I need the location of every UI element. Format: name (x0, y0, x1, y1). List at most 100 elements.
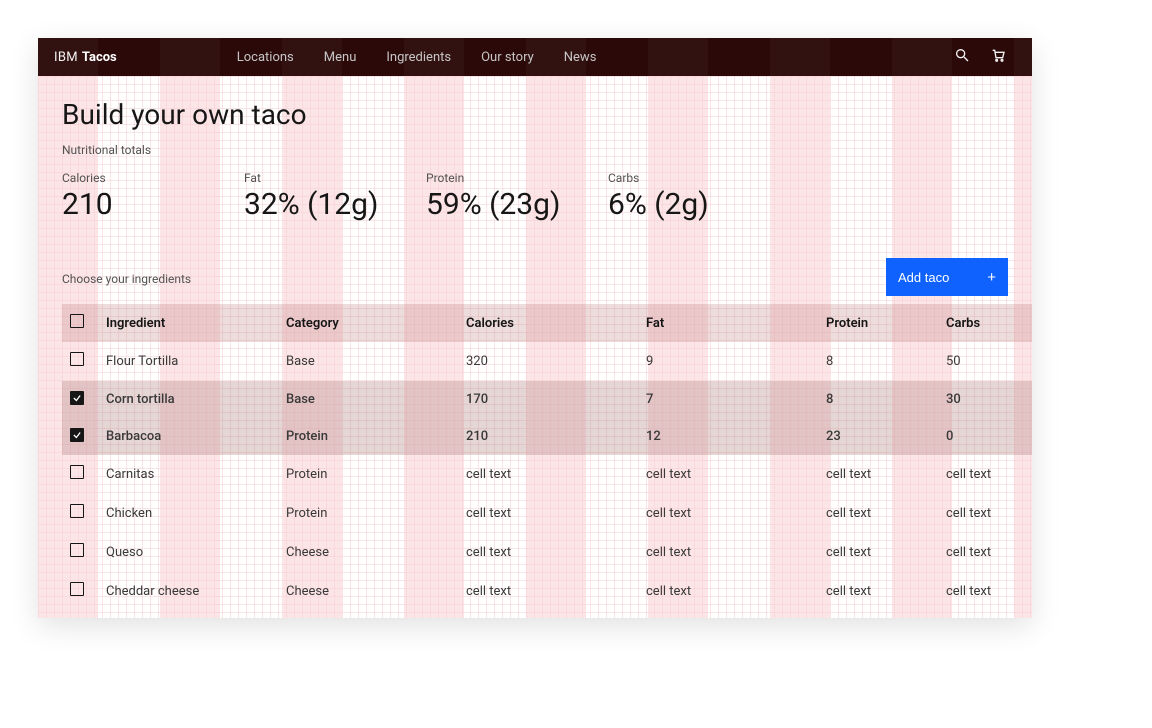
cell-ingredient: Cheddar cheese (98, 572, 278, 611)
primary-nav: Locations Menu Ingredients Our story New… (237, 50, 597, 65)
brand-name: Tacos (82, 50, 117, 65)
cell-protein: cell text (818, 611, 938, 619)
stat-protein-value: 59% (23g) (426, 187, 592, 222)
table-row[interactable]: Corn tortillaBase1707830 (62, 381, 1032, 418)
table-row[interactable]: CarnitasProteincell textcell textcell te… (62, 455, 1032, 494)
cell-fat: cell text (638, 455, 818, 494)
cell-calories: 170 (458, 381, 638, 418)
row-checkbox[interactable] (70, 543, 84, 557)
nav-link-news[interactable]: News (564, 50, 597, 65)
cell-fat: cell text (638, 611, 818, 619)
choose-ingredients-label: Choose your ingredients (62, 272, 191, 296)
stat-calories: Calories 210 (62, 171, 244, 222)
page-title: Build your own taco (62, 98, 1008, 131)
table-row[interactable]: AvocadoCondimentcell textcell textcell t… (62, 611, 1032, 619)
cell-fat: cell text (638, 533, 818, 572)
cell-fat: 12 (638, 418, 818, 455)
col-header-calories[interactable]: Calories (458, 304, 638, 342)
cell-protein: 8 (818, 342, 938, 381)
cell-protein: cell text (818, 455, 938, 494)
cell-carbs: 50 (938, 342, 1032, 381)
cell-category: Cheese (278, 572, 458, 611)
cell-carbs: cell text (938, 455, 1032, 494)
cell-calories: 320 (458, 342, 638, 381)
cell-carbs: cell text (938, 533, 1032, 572)
stat-protein-label: Protein (426, 171, 592, 185)
col-header-ingredient[interactable]: Ingredient (98, 304, 278, 342)
cell-fat: cell text (638, 494, 818, 533)
totals-label: Nutritional totals (62, 143, 1008, 157)
cell-category: Protein (278, 494, 458, 533)
cell-carbs: cell text (938, 494, 1032, 533)
row-checkbox[interactable] (70, 504, 84, 518)
cell-fat: cell text (638, 572, 818, 611)
col-header-protein[interactable]: Protein (818, 304, 938, 342)
ingredients-tbody: Flour TortillaBase3209850Corn tortillaBa… (62, 342, 1032, 618)
row-checkbox[interactable] (70, 352, 84, 366)
nav-link-menu[interactable]: Menu (324, 50, 357, 65)
brand: IBM Tacos (54, 50, 117, 65)
cell-category: Protein (278, 455, 458, 494)
cell-category: Condiment (278, 611, 458, 619)
cell-protein: 8 (818, 381, 938, 418)
cell-calories: 210 (458, 418, 638, 455)
page-content: Build your own taco Nutritional totals C… (38, 76, 1032, 618)
cell-protein: cell text (818, 494, 938, 533)
stat-protein: Protein 59% (23g) (426, 171, 608, 222)
nav-link-locations[interactable]: Locations (237, 50, 294, 65)
cell-carbs: cell text (938, 611, 1032, 619)
search-button[interactable] (944, 38, 980, 76)
nav-link-ingredients[interactable]: Ingredients (386, 50, 451, 65)
table-row[interactable]: Flour TortillaBase3209850 (62, 342, 1032, 381)
stat-fat: Fat 32% (12g) (244, 171, 426, 222)
cell-calories: cell text (458, 494, 638, 533)
row-checkbox[interactable] (70, 465, 84, 479)
cell-fat: 9 (638, 342, 818, 381)
cell-carbs: 0 (938, 418, 1032, 455)
table-row[interactable]: ChickenProteincell textcell textcell tex… (62, 494, 1032, 533)
row-checkbox[interactable] (70, 391, 84, 405)
cell-category: Base (278, 342, 458, 381)
ingredients-table: Ingredient Category Calories Fat Protein… (62, 304, 1032, 618)
add-taco-button[interactable]: Add taco + (886, 258, 1008, 296)
nav-link-story[interactable]: Our story (481, 50, 534, 65)
cell-calories: cell text (458, 455, 638, 494)
stat-calories-value: 210 (62, 187, 228, 222)
nutrition-totals: Calories 210 Fat 32% (12g) Protein 59% (… (62, 165, 1008, 232)
cell-ingredient: Carnitas (98, 455, 278, 494)
select-all-checkbox[interactable] (70, 314, 84, 328)
cell-protein: cell text (818, 533, 938, 572)
search-icon (954, 47, 970, 67)
table-row[interactable]: BarbacoaProtein21012230 (62, 418, 1032, 455)
col-header-carbs[interactable]: Carbs (938, 304, 1032, 342)
stat-carbs: Carbs 6% (2g) (608, 171, 790, 222)
app-header: IBM Tacos Locations Menu Ingredients Our… (38, 38, 1032, 76)
cell-ingredient: Flour Tortilla (98, 342, 278, 381)
cell-ingredient: Chicken (98, 494, 278, 533)
stat-carbs-value: 6% (2g) (608, 187, 774, 222)
cart-button[interactable] (980, 38, 1016, 76)
brand-prefix: IBM (54, 50, 78, 65)
table-header-row: Ingredient Category Calories Fat Protein… (62, 304, 1032, 342)
table-topbar: Choose your ingredients Add taco + (62, 258, 1008, 296)
stat-fat-label: Fat (244, 171, 410, 185)
cell-category: Cheese (278, 533, 458, 572)
row-checkbox[interactable] (70, 582, 84, 596)
cart-icon (990, 47, 1006, 67)
cell-protein: cell text (818, 572, 938, 611)
row-checkbox[interactable] (70, 428, 84, 442)
col-header-fat[interactable]: Fat (638, 304, 818, 342)
app-window: IBM Tacos Locations Menu Ingredients Our… (38, 38, 1032, 618)
cell-ingredient: Queso (98, 533, 278, 572)
stat-carbs-label: Carbs (608, 171, 774, 185)
stat-calories-label: Calories (62, 171, 228, 185)
plus-icon: + (987, 270, 996, 285)
table-row[interactable]: QuesoCheesecell textcell textcell textce… (62, 533, 1032, 572)
col-header-category[interactable]: Category (278, 304, 458, 342)
cell-ingredient: Avocado (98, 611, 278, 619)
cell-ingredient: Barbacoa (98, 418, 278, 455)
stat-fat-value: 32% (12g) (244, 187, 410, 222)
table-row[interactable]: Cheddar cheeseCheesecell textcell textce… (62, 572, 1032, 611)
cell-calories: cell text (458, 533, 638, 572)
cell-carbs: 30 (938, 381, 1032, 418)
